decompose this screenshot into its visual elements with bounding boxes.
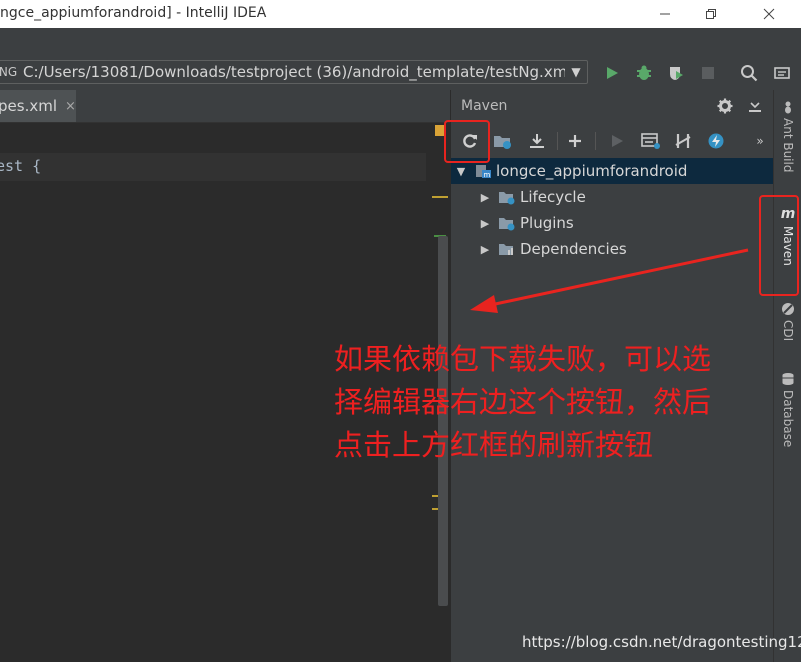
window-title: ngce_appiumforandroid] - IntelliJ IDEA — [0, 5, 267, 21]
annotation-line: 如果依赖包下载失败，可以选 — [334, 342, 712, 376]
title-bar: ngce_appiumforandroid] - IntelliJ IDEA — [0, 0, 801, 28]
svg-text:m: m — [484, 171, 491, 179]
right-tool-strip: Ant Build m Maven CDI Database — [773, 90, 801, 662]
minimize-icon[interactable] — [642, 0, 688, 28]
expanded-arrow-icon[interactable]: ▼ — [454, 165, 468, 178]
skip-tests-icon[interactable] — [704, 129, 728, 153]
tree-item-label: Lifecycle — [520, 188, 586, 206]
warning-indicator-icon[interactable] — [435, 125, 444, 136]
coverage-icon[interactable] — [664, 62, 688, 84]
tree-item-lifecycle[interactable]: ▶ Lifecycle — [451, 184, 774, 210]
chevron-down-icon[interactable]: ▼ — [565, 65, 587, 79]
watermark-text: https://blog.csdn.net/dragontesting123 — [522, 633, 801, 651]
stop-icon[interactable] — [696, 62, 720, 84]
gear-icon[interactable] — [715, 96, 735, 116]
tool-tab-label: Database — [781, 390, 795, 448]
current-line-highlight — [0, 153, 434, 181]
annotation-text: 如果依赖包下载失败，可以选 择编辑器右边这个按钮，然后 点击上方红框的刷新按钮 — [334, 338, 770, 467]
tree-item-project[interactable]: ▼ m longce_appiumforandroid — [451, 158, 774, 184]
code-line: est { — [0, 157, 42, 175]
vcs-icon[interactable] — [770, 62, 794, 84]
maven-toolbar: » — [451, 126, 774, 156]
tool-tab-label: CDI — [781, 320, 795, 342]
tool-tab-cdi[interactable]: CDI — [774, 302, 801, 341]
toggle-offline-icon[interactable] — [671, 129, 695, 153]
run-configuration-label: C:/Users/13081/Downloads/testproject (36… — [23, 63, 565, 81]
tree-item-label: Plugins — [520, 214, 574, 232]
toolbar-separator — [557, 132, 558, 150]
tool-tab-ant-build[interactable]: Ant Build — [774, 100, 801, 172]
lifecycle-folder-icon — [499, 192, 515, 205]
close-tab-icon[interactable]: × — [65, 99, 76, 114]
more-icon[interactable]: » — [751, 129, 769, 153]
main-toolbar: NG C:/Users/13081/Downloads/testproject … — [0, 28, 801, 91]
close-icon[interactable] — [746, 0, 792, 28]
ant-icon — [785, 101, 791, 114]
collapsed-arrow-icon[interactable]: ▶ — [478, 191, 492, 204]
debug-icon[interactable] — [632, 62, 656, 84]
run-configuration-select[interactable]: NG C:/Users/13081/Downloads/testproject … — [0, 60, 588, 84]
highlight-box-reload — [444, 120, 490, 163]
tree-item-plugins[interactable]: ▶ Plugins — [451, 210, 774, 236]
editor-tab[interactable]: pes.xml × — [0, 90, 76, 122]
annotation-line: 点击上方红框的刷新按钮 — [334, 428, 654, 462]
testng-icon: NG — [0, 65, 18, 79]
run-goal-icon[interactable] — [605, 129, 629, 153]
plugins-folder-icon — [499, 218, 515, 231]
collapsed-arrow-icon[interactable]: ▶ — [478, 217, 492, 230]
download-icon[interactable] — [525, 129, 549, 153]
add-icon[interactable] — [563, 129, 587, 153]
editor-tab-bar: pes.xml × — [0, 90, 450, 123]
stripe-mark[interactable] — [432, 196, 448, 198]
toolbar-separator — [595, 132, 596, 150]
run-icon[interactable] — [600, 62, 624, 84]
annotation-arrow-icon — [470, 248, 749, 313]
maven-project-icon: m — [476, 165, 491, 179]
tool-tab-label: Ant Build — [781, 118, 795, 173]
annotation-line: 择编辑器右边这个按钮，然后 — [334, 385, 712, 419]
generate-sources-icon[interactable] — [491, 129, 515, 153]
cdi-icon — [782, 303, 794, 315]
highlight-box-maven-tab — [759, 195, 799, 296]
search-icon[interactable] — [737, 62, 761, 84]
database-icon — [782, 373, 794, 385]
execute-goal-icon[interactable] — [639, 129, 663, 153]
editor-tab-label: pes.xml — [0, 97, 57, 115]
restore-icon[interactable] — [688, 0, 734, 28]
hide-panel-icon[interactable] — [745, 96, 765, 116]
tree-item-label: longce_appiumforandroid — [496, 162, 688, 180]
maven-panel-title: Maven — [461, 98, 508, 114]
tool-tab-database[interactable]: Database — [774, 372, 801, 447]
maven-panel-header: Maven — [451, 90, 774, 122]
